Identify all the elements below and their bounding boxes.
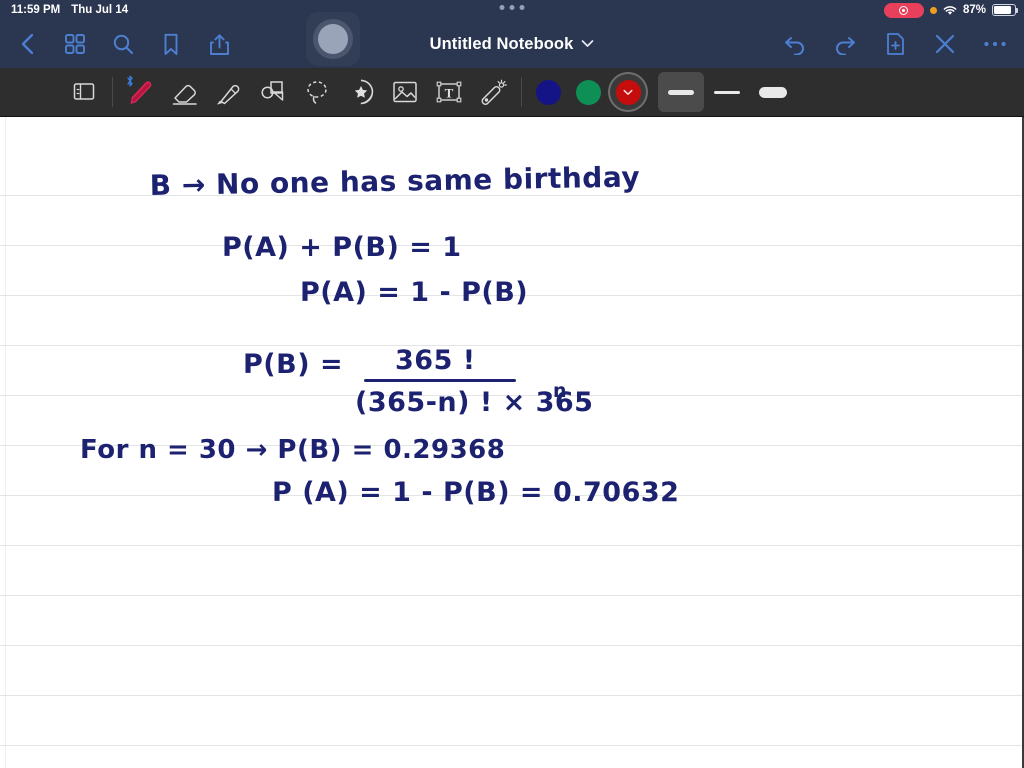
ruled-line [0, 745, 1022, 746]
page-layers-icon[interactable] [62, 72, 106, 112]
navy-color-dot [535, 79, 561, 105]
navigation-bar: Untitled Notebook [0, 20, 1024, 68]
orange-privacy-dot-icon [929, 6, 937, 14]
nav-right-group [782, 31, 1024, 57]
stroke-width-extra-thick[interactable] [750, 72, 796, 112]
battery-icon [992, 4, 1019, 16]
bluetooth-icon [126, 75, 134, 87]
status-time: 11:59 PM [11, 4, 61, 16]
pen-icon[interactable] [119, 72, 163, 112]
wifi-icon [943, 5, 957, 16]
back-chevron-icon[interactable] [14, 31, 40, 57]
red-color-dot [615, 79, 641, 105]
undo-icon[interactable] [782, 31, 808, 57]
left-margin-line [5, 117, 6, 768]
lasso-icon[interactable] [295, 72, 339, 112]
text-box-icon[interactable]: T [427, 72, 471, 112]
status-bar-right: 87% [883, 2, 1024, 18]
ruled-line [0, 545, 1022, 546]
color-swatch-red[interactable] [608, 72, 648, 112]
laser-pointer-icon[interactable] [471, 72, 515, 112]
close-icon[interactable] [932, 31, 958, 57]
new-page-icon[interactable] [882, 31, 908, 57]
grid-view-icon[interactable] [62, 31, 88, 57]
nav-left-group [0, 31, 232, 57]
stroke-thick-line [668, 89, 694, 95]
search-icon[interactable] [110, 31, 136, 57]
toolbar-divider [112, 77, 113, 107]
line-sum-probabilities: P(A) + P(B) = 1 [222, 232, 462, 263]
ipad-notebook-app: 11:59 PM Thu Jul 14 87% Untitled Noteboo… [0, 0, 1024, 768]
stroke-extra-thick-line [759, 86, 787, 98]
sticker-icon[interactable] [339, 72, 383, 112]
line-fraction-exponent: n [553, 380, 568, 402]
share-icon[interactable] [206, 31, 232, 57]
green-color-dot [575, 79, 601, 105]
note-canvas[interactable]: B → No one has same birthday P(A) + P(B)… [0, 117, 1024, 768]
line-pa-result: P (A) = 1 - P(B) = 0.70632 [272, 477, 680, 508]
eraser-icon[interactable] [163, 72, 207, 112]
highlighter-icon[interactable] [207, 72, 251, 112]
ruled-line [0, 595, 1022, 596]
line-fraction-numerator: 365 ! [395, 345, 476, 376]
battery-percent-label: 87% [962, 4, 986, 16]
color-swatch-navy[interactable] [528, 72, 568, 112]
more-options-icon[interactable] [982, 31, 1008, 57]
status-bar: 11:59 PM Thu Jul 14 87% [0, 0, 1024, 20]
screen-record-pill-icon [883, 2, 924, 18]
ruled-line [0, 695, 1022, 696]
color-swatch-green[interactable] [568, 72, 608, 112]
chevron-down-icon[interactable] [581, 35, 594, 53]
shapes-icon[interactable] [251, 72, 295, 112]
ruled-line [0, 345, 1022, 346]
stroke-width-thin[interactable] [704, 72, 750, 112]
page-title[interactable]: Untitled Notebook [430, 35, 574, 54]
multitask-dot [519, 5, 525, 10]
fraction-bar [364, 379, 516, 382]
ruled-line [0, 245, 1022, 246]
status-bar-left: 11:59 PM Thu Jul 14 [0, 4, 128, 16]
toolbar-divider [521, 77, 522, 107]
multitask-dots[interactable] [499, 5, 525, 10]
image-icon[interactable] [383, 72, 427, 112]
ruled-line [0, 645, 1022, 646]
assistive-touch-ring [313, 19, 353, 59]
assistive-touch-core [318, 24, 348, 54]
stroke-thin-line [714, 90, 740, 94]
line-for-n-30: For n = 30 → P(B) = 0.29368 [80, 435, 506, 465]
chevron-down-icon [623, 83, 633, 101]
line-pa-equals: P(A) = 1 - P(B) [300, 277, 529, 308]
bookmark-icon[interactable] [158, 31, 184, 57]
redo-icon[interactable] [832, 31, 858, 57]
drawing-toolbar: T [0, 68, 1024, 117]
multitask-dot [499, 5, 505, 10]
status-date: Thu Jul 14 [71, 4, 129, 16]
stroke-width-thick[interactable] [658, 72, 704, 112]
assistive-touch-button[interactable] [306, 12, 360, 66]
multitask-dot [509, 5, 515, 10]
svg-text:T: T [445, 86, 454, 101]
line-pb-label: P(B) = [243, 349, 344, 380]
